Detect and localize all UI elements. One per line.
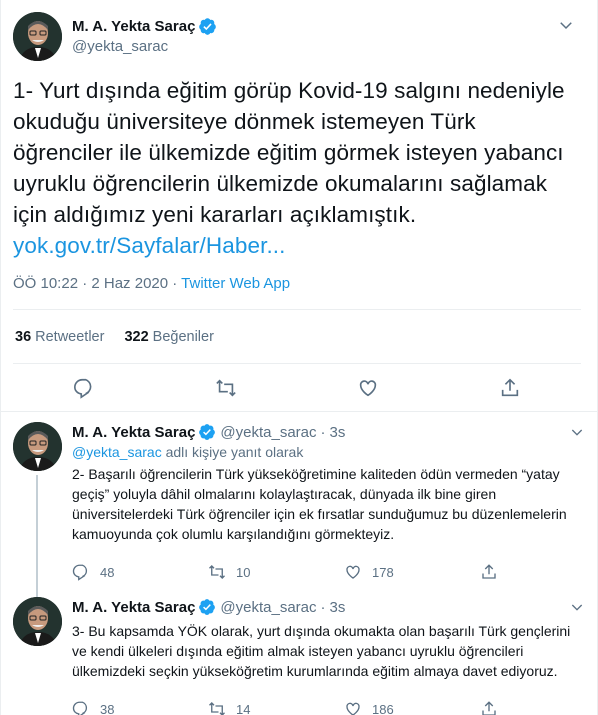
separator-dot: · [320,598,326,616]
tweet-time[interactable]: ÖÖ 10:22 · 2 Haz 2020 · [13,275,181,292]
verified-badge-icon [198,423,216,441]
reply-time[interactable]: 3s [330,424,346,441]
tweet-header: M. A. Yekta Saraç @yekta_sarac [13,10,581,62]
tweet-text-block: 1- Yurt dışında eğitim görüp Kovid-19 sa… [13,75,581,261]
main-tweet: M. A. Yekta Saraç @yekta_sarac 1- Yurt d… [1,0,597,297]
reply-icon [72,564,88,581]
retweet-button[interactable]: 10 [208,563,344,581]
tweet-page: M. A. Yekta Saraç @yekta_sarac 1- Yurt d… [0,0,598,715]
reply-text: 2- Başarılı öğrencilerin Türk yükseköğre… [72,466,567,542]
retweet-icon[interactable] [206,377,246,399]
likes-label: Beğeniler [152,328,214,345]
retweets-stat[interactable]: 36 Retweetler [15,329,104,345]
chevron-down-icon[interactable] [555,14,577,36]
avatar[interactable] [13,597,62,646]
share-icon [482,701,496,715]
reply-actions: 48 10 178 [72,556,581,588]
chevron-down-icon[interactable] [569,424,585,445]
reply-icon [72,701,88,715]
likes-stat[interactable]: 322 Beğeniler [124,329,213,345]
tweet-link[interactable]: yok.gov.tr/Sayfalar/Haber... [13,230,575,261]
tweet-actions [13,364,581,411]
share-icon [482,564,496,579]
reply-author-name[interactable]: M. A. Yekta Saraç [72,599,195,616]
reply-icon[interactable] [64,377,104,399]
separator-dot: · [320,423,326,441]
reply-text: 3- Bu kapsamda YÖK olarak, yurt dışında … [72,623,571,679]
author-handle[interactable]: @yekta_sarac [72,38,217,55]
likes-count: 322 [124,328,149,345]
reply-header: M. A. Yekta Saraç @yekta_sarac · 3s [72,422,581,442]
verified-badge-icon [198,17,217,36]
reply-author-name[interactable]: M. A. Yekta Saraç [72,424,195,441]
chevron-down-icon[interactable] [569,599,585,620]
avatar[interactable] [13,11,62,61]
reply-time[interactable]: 3s [330,599,346,616]
verified-badge-icon [198,598,216,616]
reply-tweet[interactable]: M. A. Yekta Saraç @yekta_sarac · 3s 3- B… [1,587,597,715]
retweets-count: 36 [15,328,32,345]
retweet-icon [209,565,225,579]
reply-count: 48 [100,564,115,580]
retweets-label: Retweetler [35,328,105,345]
reply-count: 38 [100,701,115,715]
like-icon [346,565,360,579]
reply-tweet[interactable]: M. A. Yekta Saraç @yekta_sarac · 3s @yek… [1,412,597,603]
like-button[interactable]: 186 [344,700,480,715]
like-button[interactable]: 178 [344,563,480,581]
like-icon [346,702,360,715]
thread-line [36,475,38,603]
share-icon[interactable] [490,377,530,399]
reply-button[interactable]: 38 [72,700,208,715]
retweet-icon [209,702,225,715]
retweet-count: 10 [236,564,251,580]
like-count: 178 [372,564,394,580]
tweet-text: 1- Yurt dışında eğitim görüp Kovid-19 sa… [13,78,565,227]
like-count: 186 [372,701,394,715]
retweet-count: 14 [236,701,251,715]
replying-to: @yekta_sarac adlı kişiye yanıt olarak [72,444,581,460]
tweet-source-app[interactable]: Twitter Web App [181,275,290,292]
avatar[interactable] [13,422,62,471]
reply-header: M. A. Yekta Saraç @yekta_sarac · 3s [72,597,581,617]
replying-text: adlı kişiye yanıt olarak [161,444,304,460]
reply-actions: 38 14 186 [72,693,581,715]
retweet-button[interactable]: 14 [208,700,344,715]
replying-handle[interactable]: @yekta_sarac [72,444,162,460]
share-button[interactable] [480,563,520,581]
author-name[interactable]: M. A. Yekta Saraç [72,18,195,35]
share-button[interactable] [480,700,520,715]
tweet-stats: 36 Retweetler 322 Beğeniler [13,310,581,363]
reply-button[interactable]: 48 [72,563,208,581]
reply-author-handle[interactable]: @yekta_sarac [220,424,316,441]
tweet-meta: ÖÖ 10:22 · 2 Haz 2020 · Twitter Web App [13,275,581,297]
reply-author-handle[interactable]: @yekta_sarac [220,599,316,616]
like-icon[interactable] [348,377,388,399]
